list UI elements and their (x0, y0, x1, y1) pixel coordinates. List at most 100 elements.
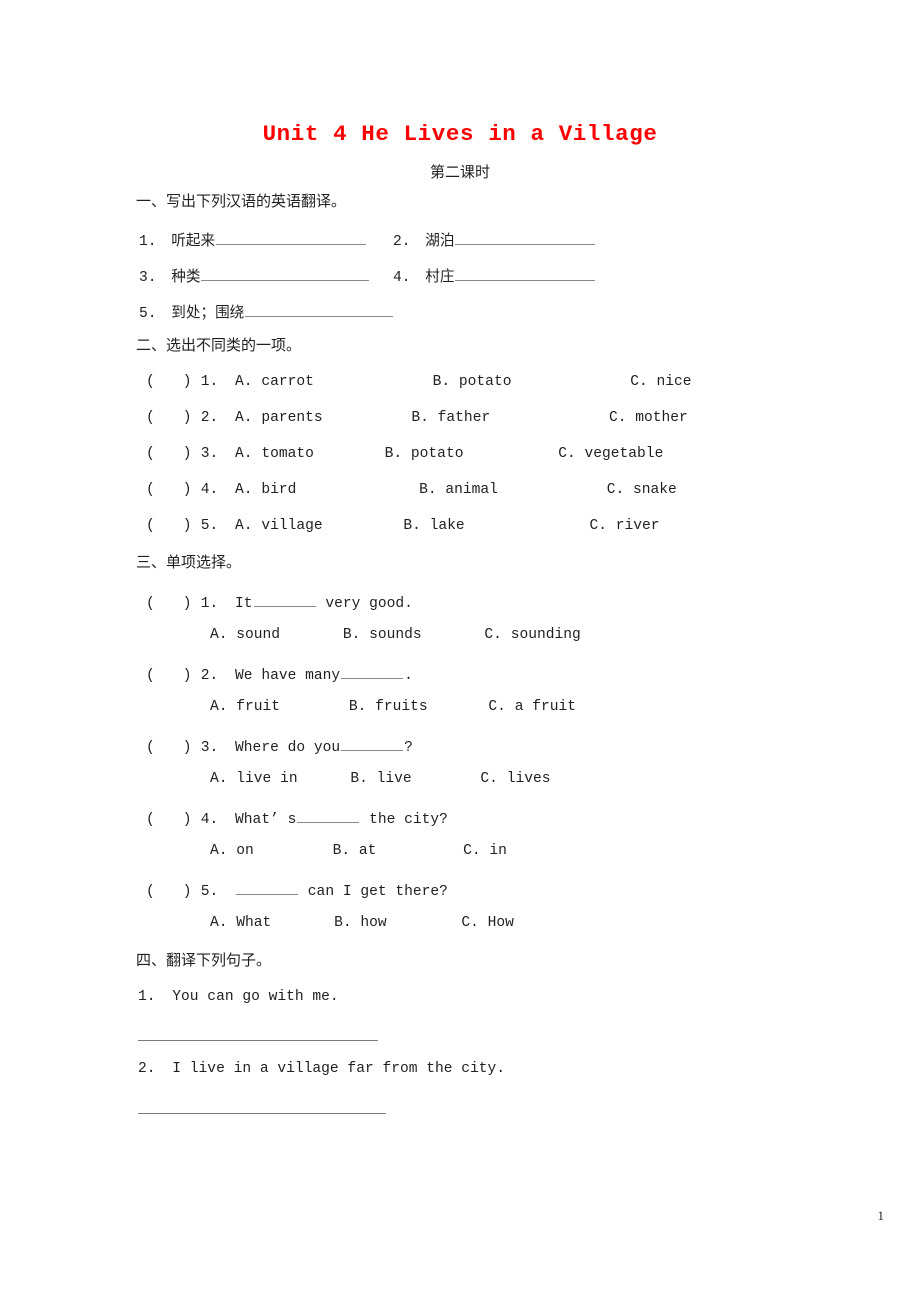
answer-parentheses[interactable]: () (146, 447, 192, 462)
classify-item-5: () 5. A. village B. lake C. river (146, 519, 660, 534)
answer-parentheses[interactable]: () (146, 813, 192, 828)
option-b[interactable]: B. live (350, 772, 411, 787)
option-a[interactable]: A. live in (210, 772, 298, 787)
answer-parentheses[interactable]: () (146, 519, 192, 534)
section-heading-2: 二、选出不同类的一项。 (136, 336, 302, 354)
translate-answer-line-2[interactable] (138, 1113, 386, 1114)
stem-after: ? (404, 739, 413, 756)
option-a[interactable]: A. on (210, 844, 254, 859)
vocab-item-5: 5. 到处；围绕 (139, 302, 394, 321)
choice-item-4-options: A. on B. at C. in (210, 844, 507, 859)
item-number: 4. (200, 811, 219, 828)
option-b[interactable]: B. how (334, 916, 387, 931)
item-number: 3. (200, 446, 219, 462)
option-a[interactable]: A. village (235, 519, 323, 534)
option-b[interactable]: B. father (411, 411, 490, 426)
answer-parentheses[interactable]: () (146, 885, 192, 900)
choice-item-3-options: A. live in B. live C. lives (210, 772, 550, 787)
choice-item-5-stem: () 5. can I get there? (146, 880, 448, 900)
option-c[interactable]: C. lives (480, 772, 550, 787)
option-a[interactable]: A. sound (210, 628, 280, 643)
option-a[interactable]: A. fruit (210, 700, 280, 715)
item-number: 3. (200, 739, 219, 756)
option-b[interactable]: B. at (333, 844, 377, 859)
option-a[interactable]: A. carrot (235, 375, 314, 390)
stem-after: the city? (360, 811, 448, 828)
stem-before: We have many (235, 667, 341, 684)
option-b[interactable]: B. animal (419, 483, 498, 498)
translate-sentence: You can go with me. (172, 989, 339, 1005)
option-a[interactable]: A. What (210, 916, 271, 931)
stem-before: It (235, 595, 253, 612)
worksheet-page: Unit 4 He Lives in a Village 第二课时 一、写出下列… (0, 0, 920, 1302)
stem-blank[interactable] (297, 808, 360, 823)
stem-blank[interactable] (341, 664, 404, 679)
vocab-blank[interactable] (245, 302, 394, 317)
vocab-label: 到处；围绕 (171, 303, 245, 321)
translate-item-2: 2. I live in a village far from the city… (138, 1062, 505, 1077)
option-c[interactable]: C. How (461, 916, 514, 931)
option-c[interactable]: C. nice (630, 375, 691, 390)
option-c[interactable]: C. river (589, 519, 659, 534)
option-c[interactable]: C. sounding (484, 628, 580, 643)
classify-item-2: () 2. A. parents B. father C. mother (146, 411, 688, 426)
option-c[interactable]: C. in (463, 844, 507, 859)
classify-item-3: () 3. A. tomato B. potato C. vegetable (146, 447, 663, 462)
vocab-item-3: 3. 种类 (139, 266, 370, 285)
option-a[interactable]: A. tomato (235, 447, 314, 462)
vocab-item-2: 2. 湖泊 (393, 230, 596, 249)
option-b[interactable]: B. lake (403, 519, 464, 534)
stem-blank[interactable] (236, 880, 299, 895)
vocab-number: 3. (139, 269, 157, 286)
answer-parentheses[interactable]: () (146, 483, 192, 498)
vocab-blank[interactable] (455, 230, 596, 245)
vocab-label: 听起来 (171, 231, 216, 249)
translate-sentence: I live in a village far from the city. (172, 1061, 506, 1077)
answer-parentheses[interactable]: () (146, 597, 192, 612)
stem-before: What’ s (235, 811, 297, 828)
answer-parentheses[interactable]: () (146, 411, 192, 426)
translate-answer-line-1[interactable] (138, 1040, 378, 1041)
vocab-blank[interactable] (216, 230, 367, 245)
item-number: 5. (200, 518, 219, 534)
choice-item-5-options: A. What B. how C. How (210, 916, 514, 931)
vocab-label: 种类 (171, 267, 201, 285)
answer-parentheses[interactable]: () (146, 669, 192, 684)
answer-parentheses[interactable]: () (146, 741, 192, 756)
option-c[interactable]: C. snake (607, 483, 677, 498)
option-c[interactable]: C. mother (609, 411, 688, 426)
item-number: 2. (200, 667, 219, 684)
stem-blank[interactable] (341, 736, 404, 751)
option-a[interactable]: A. bird (235, 483, 296, 498)
item-number: 2. (138, 1061, 156, 1077)
answer-parentheses[interactable]: () (146, 375, 192, 390)
vocab-label: 湖泊 (425, 231, 455, 249)
option-a[interactable]: A. parents (235, 411, 323, 426)
vocab-blank[interactable] (201, 266, 370, 281)
option-c[interactable]: C. a fruit (488, 700, 576, 715)
classify-item-4: () 4. A. bird B. animal C. snake (146, 483, 677, 498)
vocab-blank[interactable] (455, 266, 596, 281)
vocab-number: 1. (139, 233, 157, 250)
section-heading-3: 三、单项选择。 (136, 553, 242, 571)
page-number: 1 (877, 1208, 885, 1223)
item-number: 1. (200, 595, 219, 612)
option-c[interactable]: C. vegetable (558, 447, 663, 462)
section-heading-1: 一、写出下列汉语的英语翻译。 (136, 192, 347, 210)
choice-item-2-options: A. fruit B. fruits C. a fruit (210, 700, 576, 715)
choice-item-3-stem: () 3. Where do you? (146, 736, 413, 756)
vocab-number: 5. (139, 305, 157, 322)
stem-before: Where do you (235, 739, 341, 756)
classify-item-1: () 1. A. carrot B. potato C. nice (146, 375, 692, 390)
option-b[interactable]: B. potato (385, 447, 464, 462)
option-b[interactable]: B. potato (433, 375, 512, 390)
choice-item-4-stem: () 4. What’ s the city? (146, 808, 448, 828)
stem-after: . (404, 667, 413, 684)
item-number: 2. (200, 410, 219, 426)
vocab-number: 4. (393, 269, 411, 286)
option-b[interactable]: B. sounds (343, 628, 422, 643)
option-b[interactable]: B. fruits (349, 700, 428, 715)
stem-after: very good. (316, 595, 413, 612)
choice-item-2-stem: () 2. We have many. (146, 664, 413, 684)
stem-blank[interactable] (253, 592, 316, 607)
